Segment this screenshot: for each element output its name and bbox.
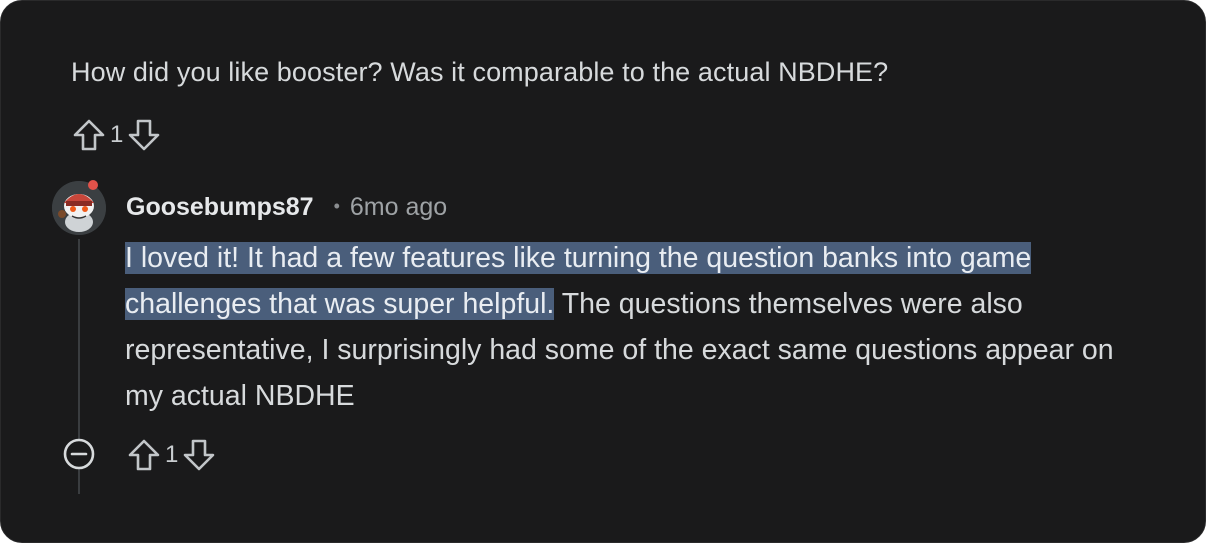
comment-meta: Goosebumps87 • 6mo ago	[126, 193, 447, 222]
comment-timestamp[interactable]: 6mo ago	[350, 193, 447, 222]
downvote-icon[interactable]	[126, 117, 162, 153]
collapse-thread-icon[interactable]	[62, 437, 96, 471]
parent-vote-bar: 1	[71, 117, 162, 153]
reply-vote-count: 1	[165, 441, 179, 468]
meta-separator: •	[333, 196, 340, 216]
downvote-icon[interactable]	[181, 437, 217, 473]
reply-vote-bar: 1	[126, 437, 217, 473]
upvote-icon[interactable]	[71, 117, 107, 153]
upvote-icon[interactable]	[126, 437, 162, 473]
parent-comment-text: How did you like booster? Was it compara…	[71, 57, 889, 87]
reply-comment-text: I loved it! It had a few features like t…	[125, 235, 1135, 419]
comment-card: How did you like booster? Was it compara…	[0, 0, 1206, 543]
online-status-dot	[88, 180, 98, 190]
parent-vote-count: 1	[110, 121, 124, 148]
avatar[interactable]	[52, 180, 106, 235]
author-name[interactable]: Goosebumps87	[126, 193, 314, 222]
